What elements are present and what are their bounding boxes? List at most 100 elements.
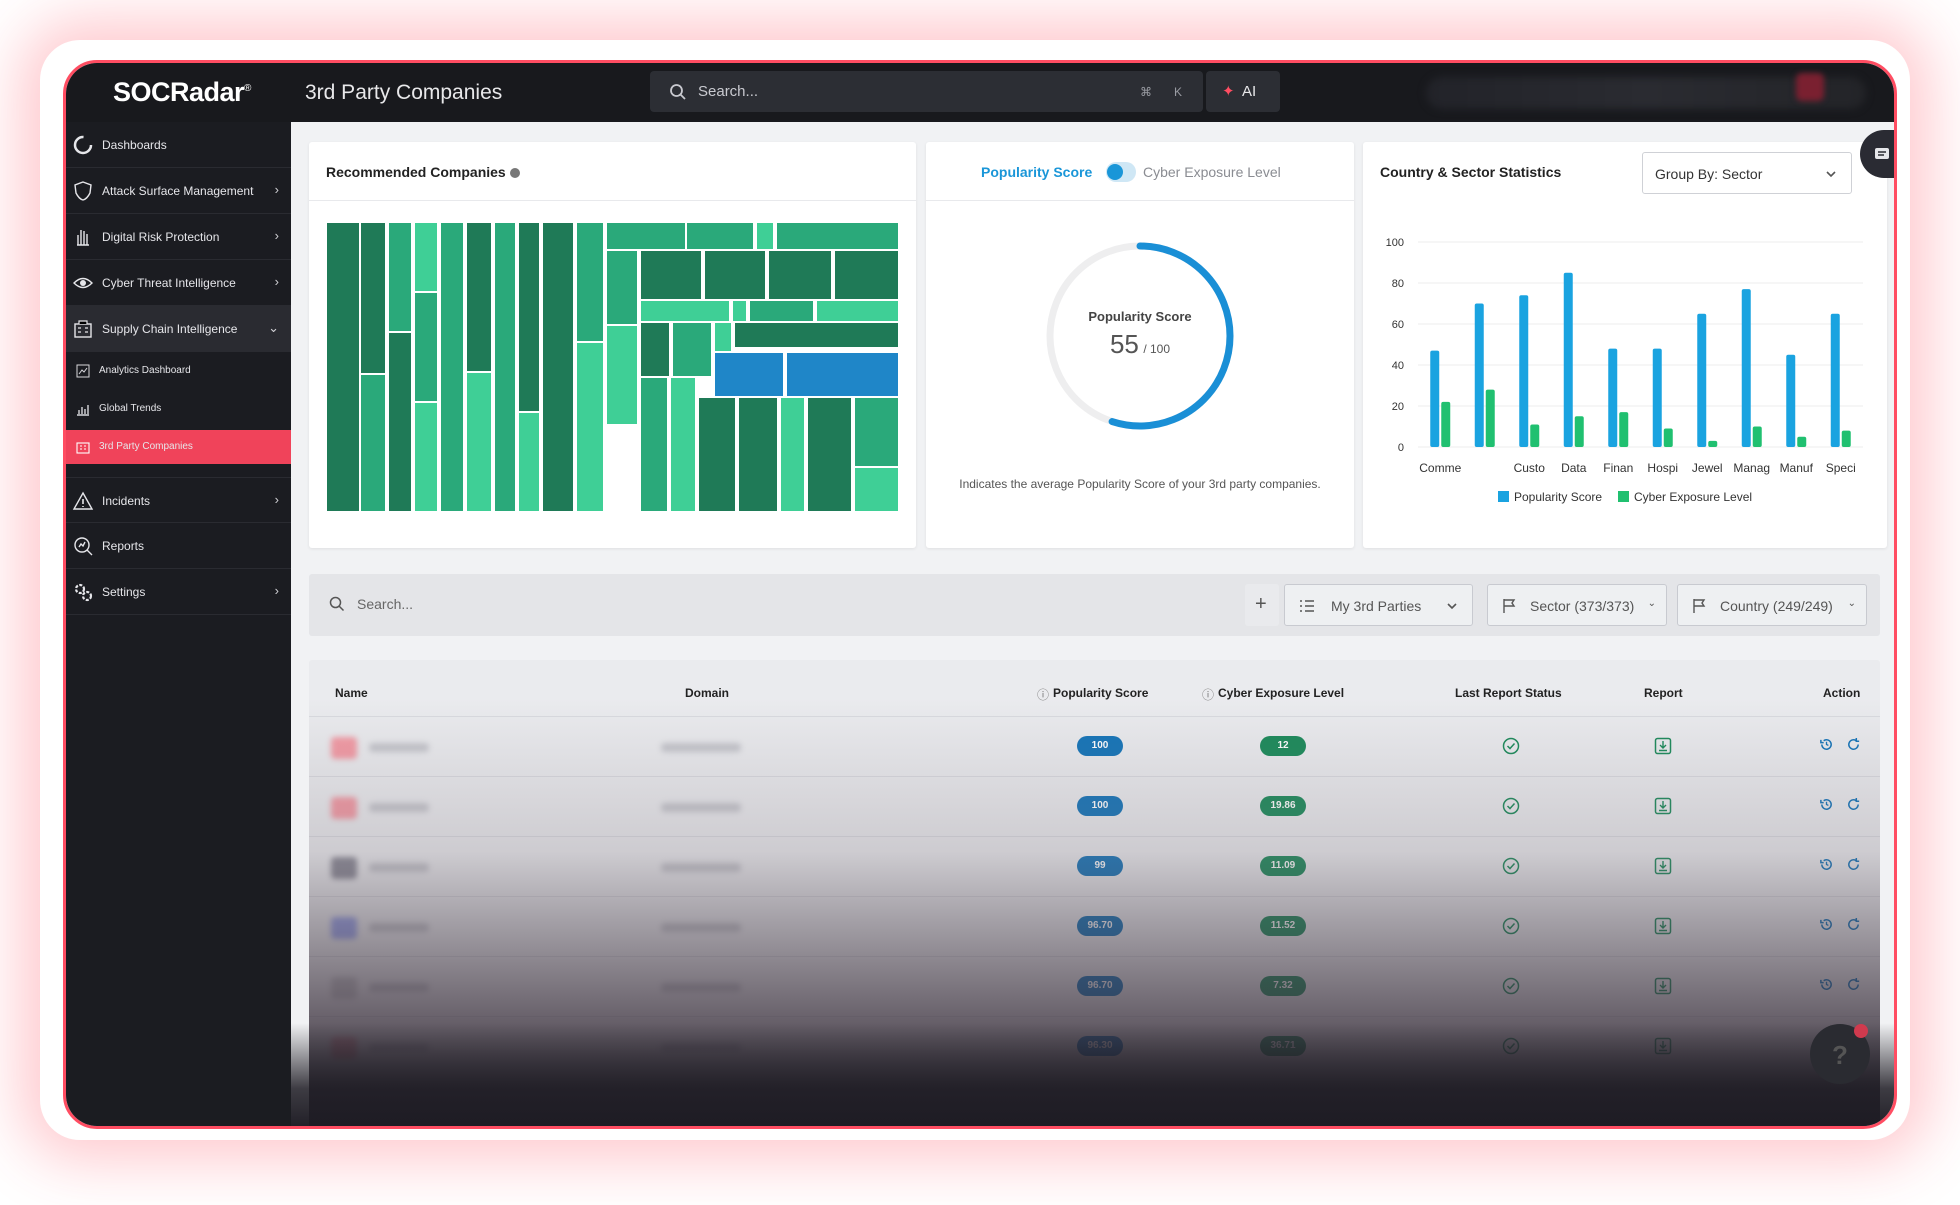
- sidebar-item-supply-chain[interactable]: Supply Chain Intelligence ⌄: [66, 306, 291, 352]
- help-button[interactable]: ?: [1810, 1024, 1870, 1084]
- table-row[interactable]: 96.30 36.71: [309, 1016, 1880, 1076]
- treemap-tile[interactable]: [786, 352, 899, 397]
- sidebar-item-settings[interactable]: Settings ›: [66, 569, 291, 615]
- treemap-tile[interactable]: [606, 250, 638, 325]
- history-icon[interactable]: [1819, 917, 1834, 932]
- treemap-tile[interactable]: [834, 250, 899, 300]
- treemap-tile[interactable]: [326, 222, 360, 512]
- notification-blurred[interactable]: [1796, 73, 1824, 101]
- treemap-tile[interactable]: [854, 397, 899, 467]
- treemap-tile[interactable]: [388, 332, 412, 512]
- company-name[interactable]: [369, 923, 429, 932]
- column-header-popularity[interactable]: ⓘ Popularity Score: [1037, 686, 1148, 702]
- treemap-tile[interactable]: [576, 342, 604, 512]
- company-name[interactable]: [369, 983, 429, 992]
- treemap-tile[interactable]: [440, 222, 464, 512]
- table-search-input[interactable]: Search...: [329, 596, 413, 612]
- app-logo[interactable]: SOCRadar®: [113, 77, 251, 108]
- treemap-tile[interactable]: [768, 250, 832, 300]
- treemap-tile[interactable]: [518, 412, 540, 512]
- sector-filter[interactable]: Sector (373/373) ⌄: [1487, 584, 1667, 626]
- treemap-tile[interactable]: [640, 377, 668, 512]
- companies-treemap[interactable]: [326, 222, 899, 512]
- company-domain[interactable]: [661, 863, 741, 872]
- column-header-report[interactable]: Report: [1644, 686, 1683, 700]
- refresh-icon[interactable]: [1846, 857, 1861, 872]
- table-row[interactable]: 100 12: [309, 716, 1880, 776]
- treemap-tile[interactable]: [738, 397, 778, 512]
- refresh-icon[interactable]: [1846, 797, 1861, 812]
- global-search-input[interactable]: Search... ⌘ K: [650, 71, 1203, 112]
- toggle-label-popularity[interactable]: Popularity Score: [981, 164, 1092, 180]
- treemap-tile[interactable]: [732, 300, 747, 322]
- treemap-tile[interactable]: [749, 300, 814, 322]
- column-header-action[interactable]: Action: [1823, 686, 1860, 700]
- treemap-tile[interactable]: [714, 322, 732, 352]
- sidebar-item-attack-surface[interactable]: Attack Surface Management ›: [66, 168, 291, 214]
- treemap-tile[interactable]: [780, 397, 805, 512]
- history-icon[interactable]: [1819, 977, 1834, 992]
- treemap-tile[interactable]: [807, 397, 852, 512]
- download-report-icon[interactable]: [1654, 917, 1672, 935]
- info-icon[interactable]: [509, 168, 520, 178]
- my-3rd-parties-dropdown[interactable]: My 3rd Parties: [1284, 584, 1473, 626]
- treemap-tile[interactable]: [494, 222, 516, 512]
- ai-button[interactable]: ✦ AI: [1206, 71, 1280, 112]
- company-name[interactable]: [369, 1043, 429, 1052]
- refresh-icon[interactable]: [1846, 917, 1861, 932]
- table-row[interactable]: 96.70 7.32: [309, 956, 1880, 1016]
- treemap-tile[interactable]: [854, 467, 899, 512]
- treemap-tile[interactable]: [816, 300, 899, 322]
- company-domain[interactable]: [661, 923, 741, 932]
- sidebar-subitem-global-trends[interactable]: Global Trends: [66, 392, 291, 426]
- toggle-switch[interactable]: [1106, 162, 1136, 182]
- column-header-last-report[interactable]: Last Report Status: [1455, 686, 1562, 700]
- table-row[interactable]: 96.70 11.52: [309, 896, 1880, 956]
- column-header-domain[interactable]: Domain: [685, 686, 729, 700]
- refresh-icon[interactable]: [1846, 737, 1861, 752]
- treemap-tile[interactable]: [670, 377, 696, 512]
- refresh-icon[interactable]: [1846, 977, 1861, 992]
- treemap-tile[interactable]: [542, 222, 574, 512]
- treemap-tile[interactable]: [640, 300, 730, 322]
- treemap-tile[interactable]: [734, 322, 899, 348]
- treemap-tile[interactable]: [686, 222, 754, 250]
- treemap-tile[interactable]: [640, 322, 670, 377]
- country-filter[interactable]: Country (249/249) ⌄: [1677, 584, 1867, 626]
- company-domain[interactable]: [661, 743, 741, 752]
- company-domain[interactable]: [661, 803, 741, 812]
- toggle-label-exposure[interactable]: Cyber Exposure Level: [1143, 164, 1281, 180]
- column-header-exposure[interactable]: ⓘ Cyber Exposure Level: [1202, 686, 1344, 702]
- sidebar-subitem-3rd-party-companies[interactable]: 3rd Party Companies: [66, 430, 291, 464]
- company-name[interactable]: [369, 743, 429, 752]
- treemap-tile[interactable]: [698, 397, 736, 512]
- download-report-icon[interactable]: [1654, 737, 1672, 755]
- add-button[interactable]: +: [1245, 584, 1279, 626]
- treemap-tile[interactable]: [776, 222, 899, 250]
- download-report-icon[interactable]: [1654, 1037, 1672, 1055]
- sidebar-item-digital-risk[interactable]: Digital Risk Protection ›: [66, 214, 291, 260]
- company-name[interactable]: [369, 803, 429, 812]
- sidebar-item-incidents[interactable]: Incidents ›: [66, 477, 291, 523]
- download-report-icon[interactable]: [1654, 977, 1672, 995]
- table-row[interactable]: 100 19.86: [309, 776, 1880, 836]
- sidebar-item-dashboards[interactable]: Dashboards: [66, 122, 291, 168]
- treemap-tile[interactable]: [518, 222, 540, 412]
- history-icon[interactable]: [1819, 737, 1834, 752]
- treemap-tile[interactable]: [606, 325, 638, 425]
- score-toggle[interactable]: Popularity Score Cyber Exposure Level: [981, 162, 1301, 184]
- treemap-tile[interactable]: [414, 402, 438, 512]
- sidebar-item-reports[interactable]: Reports: [66, 523, 291, 569]
- treemap-tile[interactable]: [640, 250, 702, 300]
- treemap-tile[interactable]: [576, 222, 604, 342]
- company-domain[interactable]: [661, 1043, 741, 1052]
- treemap-tile[interactable]: [756, 222, 774, 250]
- treemap-tile[interactable]: [360, 374, 386, 512]
- table-row[interactable]: 99 11.09: [309, 836, 1880, 896]
- history-icon[interactable]: [1819, 797, 1834, 812]
- download-report-icon[interactable]: [1654, 797, 1672, 815]
- treemap-tile[interactable]: [360, 222, 386, 374]
- download-report-icon[interactable]: [1654, 857, 1672, 875]
- company-name[interactable]: [369, 863, 429, 872]
- sidebar-item-cyber-threat[interactable]: Cyber Threat Intelligence ›: [66, 260, 291, 306]
